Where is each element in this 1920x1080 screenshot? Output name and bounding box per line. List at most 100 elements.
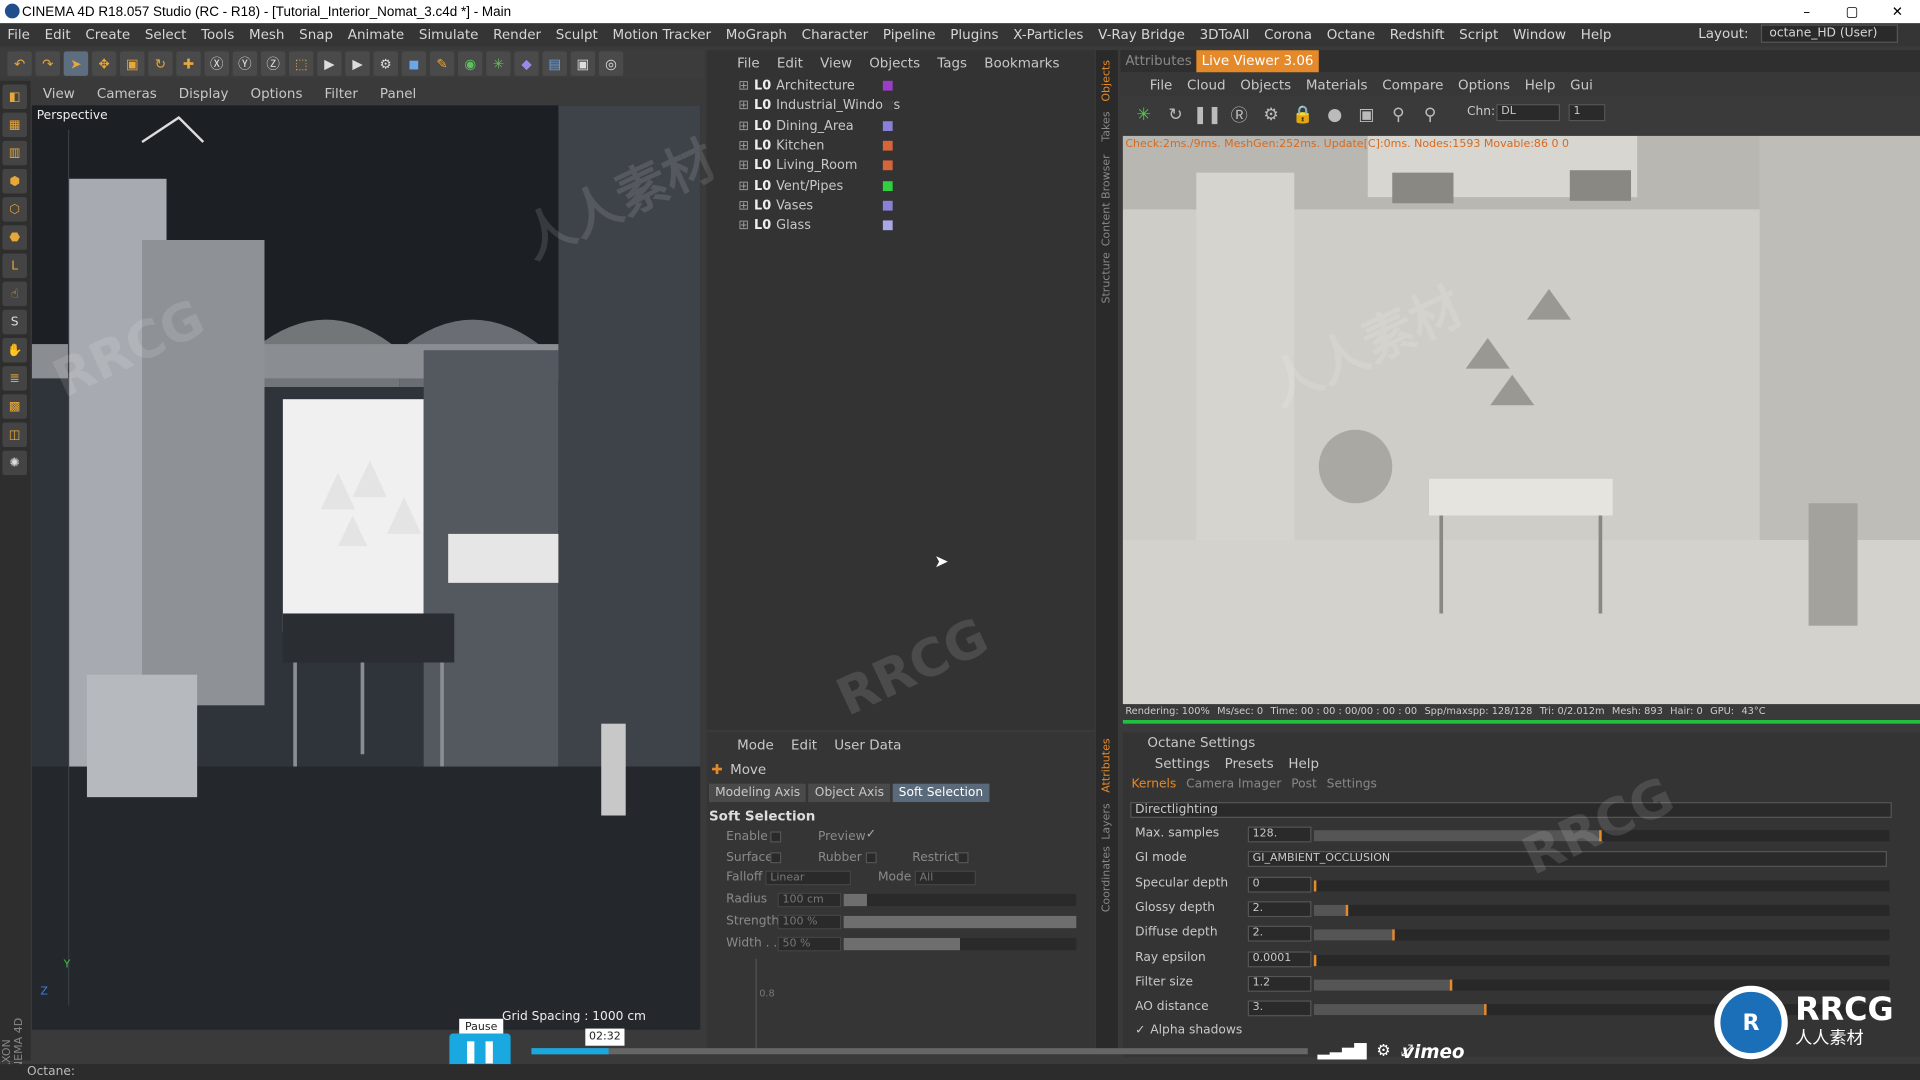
setting-slider[interactable] [1313, 954, 1890, 966]
tab-live-viewer[interactable]: Live Viewer 3.06 [1196, 50, 1319, 73]
floor-icon[interactable]: ▤ [542, 51, 567, 76]
octane-menu-file[interactable]: File [1142, 77, 1179, 93]
camera-icon[interactable]: ▣ [570, 51, 596, 76]
setting-slider[interactable] [1313, 904, 1890, 916]
layer-color-swatch[interactable] [882, 220, 893, 231]
channel-number[interactable]: 1 [1568, 104, 1606, 122]
kernel-select[interactable]: Directlighting [1130, 802, 1892, 818]
cube-icon[interactable]: ◼ [401, 51, 427, 76]
tab-takes[interactable]: Takes [1101, 111, 1113, 141]
channel-select[interactable]: DL [1496, 104, 1561, 122]
alpha-shadows-row[interactable]: ✓ Alpha shadows [1135, 1024, 1242, 1037]
tab-settings[interactable]: Settings [1323, 776, 1381, 793]
render-region-icon[interactable]: ▶ [317, 51, 342, 76]
setting-value[interactable]: 0 [1247, 876, 1312, 893]
menu-script[interactable]: Script [1452, 27, 1506, 43]
select-icon[interactable]: ➤ [63, 51, 89, 76]
attributes-menu-user-data[interactable]: User Data [826, 737, 910, 753]
width-input[interactable]: 50 % [777, 936, 842, 952]
tab-structure[interactable]: Structure [1101, 252, 1113, 303]
tab-modeling-axis[interactable]: Modeling Axis [708, 783, 807, 803]
tweak-icon[interactable]: ☝ [2, 281, 27, 307]
volume-icon[interactable]: ▂▃▅▇ [1318, 1042, 1367, 1060]
object-row[interactable]: ⊞ L0 Kitchen [738, 136, 824, 156]
expand-icon[interactable]: ⊞ [738, 158, 749, 173]
layer-color-swatch[interactable] [882, 180, 893, 191]
tab-camera-imager[interactable]: Camera Imager [1182, 776, 1285, 793]
octane-menu-objects[interactable]: Objects [1233, 77, 1299, 93]
object-menu-edit[interactable]: Edit [768, 54, 811, 70]
menu-plugins[interactable]: Plugins [943, 27, 1006, 43]
object-row[interactable]: ⊞ L0 Architecture [738, 76, 854, 96]
falloff-select[interactable]: Linear [765, 870, 852, 886]
texture-mode-icon[interactable]: ▦ [2, 112, 27, 138]
tab-object-axis[interactable]: Object Axis [808, 783, 891, 803]
tab-attributes-top[interactable]: Attributes [1120, 50, 1196, 72]
menu-simulate[interactable]: Simulate [412, 27, 486, 43]
layer-color-swatch[interactable] [882, 200, 893, 211]
snap-icon[interactable]: S [2, 309, 27, 335]
octane-settings-menu-help[interactable]: Help [1281, 755, 1326, 771]
settings-gear-icon[interactable]: ⚙ [1376, 1042, 1390, 1060]
pick-focus-icon[interactable]: ⚲ [1385, 102, 1412, 129]
y-axis-icon[interactable]: Ⓨ [232, 51, 258, 76]
rubber-checkbox[interactable] [865, 852, 877, 864]
points-mode-icon[interactable]: ⬢ [2, 168, 27, 194]
menu-help[interactable]: Help [1573, 27, 1618, 43]
layer-color-swatch[interactable] [882, 80, 893, 91]
model-mode-icon[interactable]: ◧ [2, 84, 27, 109]
maximize-button[interactable]: ▢ [1829, 0, 1874, 23]
menu-octane[interactable]: Octane [1319, 27, 1382, 43]
object-menu-objects[interactable]: Objects [861, 54, 929, 70]
object-row[interactable]: ⊞ L0 Dining_Area [738, 116, 853, 136]
menu-file[interactable]: File [0, 27, 37, 43]
restrict-checkbox[interactable] [957, 852, 969, 864]
octane-menu-materials[interactable]: Materials [1298, 77, 1374, 93]
region-icon[interactable]: Ⓡ [1226, 102, 1253, 129]
object-menu-tags[interactable]: Tags [929, 54, 976, 70]
layout-select[interactable]: octane_HD (User) [1760, 24, 1898, 43]
deformer-icon[interactable]: ◆ [514, 51, 539, 76]
menu-character[interactable]: Character [794, 27, 875, 43]
setting-value[interactable]: 1.2 [1247, 975, 1312, 992]
minimize-button[interactable]: – [1784, 0, 1829, 23]
move-icon[interactable]: ✥ [91, 51, 117, 76]
viewport-menu-panel[interactable]: Panel [369, 85, 427, 101]
layer-color-swatch[interactable] [882, 100, 893, 111]
menu-animate[interactable]: Animate [340, 27, 411, 43]
undo-icon[interactable]: ↶ [7, 51, 32, 76]
radius-input[interactable]: 100 cm [777, 892, 842, 908]
render-settings-icon[interactable]: ⚙ [373, 51, 398, 76]
viewport-menu-view[interactable]: View [32, 85, 86, 101]
menu-pipeline[interactable]: Pipeline [876, 27, 943, 43]
object-menu-view[interactable]: View [812, 54, 861, 70]
tab-kernels[interactable]: Kernels [1128, 776, 1180, 793]
subdivision-icon[interactable]: ◉ [457, 51, 483, 76]
tab-attributes[interactable]: Attributes [1101, 738, 1113, 792]
expand-icon[interactable]: ⊞ [738, 78, 749, 93]
object-menu-bookmarks[interactable]: Bookmarks [976, 54, 1068, 70]
octane-send-icon[interactable]: ✳ [1130, 102, 1157, 129]
expand-icon[interactable]: ⊞ [738, 218, 749, 233]
menu-snap[interactable]: Snap [292, 27, 341, 43]
layer-color-swatch[interactable] [882, 140, 893, 151]
layer-color-swatch[interactable] [882, 160, 893, 171]
menu-tools[interactable]: Tools [194, 27, 242, 43]
render-view[interactable] [1122, 135, 1920, 705]
strength-slider[interactable] [843, 915, 1077, 929]
viewport-menu-cameras[interactable]: Cameras [86, 85, 168, 101]
pause-render-icon[interactable]: ❚❚ [1193, 102, 1222, 129]
redo-icon[interactable]: ↷ [35, 51, 61, 76]
pen-icon[interactable]: ✎ [429, 51, 455, 76]
viewport-menu-display[interactable]: Display [168, 85, 240, 101]
sculpt-icon[interactable]: ✋ [2, 337, 27, 363]
tab-post[interactable]: Post [1288, 776, 1321, 793]
close-button[interactable]: ✕ [1875, 0, 1920, 23]
setting-value[interactable]: 2. [1247, 901, 1312, 918]
octane-menu-options[interactable]: Options [1451, 77, 1518, 93]
strength-input[interactable]: 100 % [777, 914, 842, 930]
expand-icon[interactable]: ⊞ [738, 98, 749, 113]
tab-layers[interactable]: Layers [1101, 803, 1113, 839]
x-axis-icon[interactable]: Ⓧ [204, 51, 229, 76]
radius-slider[interactable] [843, 893, 1077, 907]
